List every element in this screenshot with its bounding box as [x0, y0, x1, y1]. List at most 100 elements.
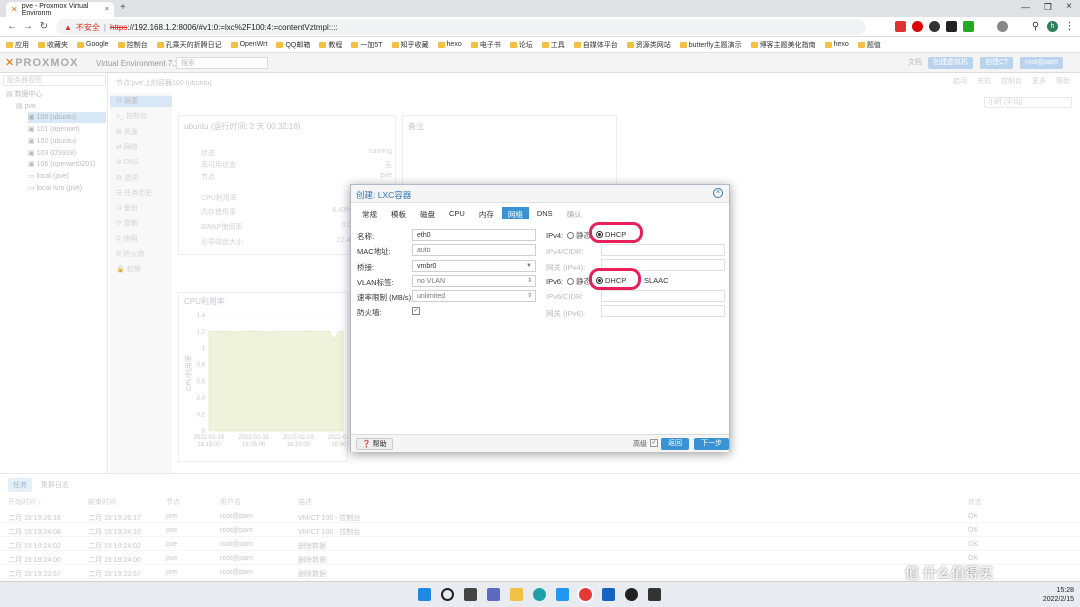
bookmark-label: 论坛	[518, 41, 533, 49]
extension-icon[interactable]	[912, 21, 923, 32]
user-menu-button[interactable]: root@pam	[1020, 57, 1063, 69]
bookmark-label: QQ邮箱	[285, 41, 311, 49]
advanced-checkbox[interactable]: ✓	[650, 439, 658, 447]
name-input[interactable]: eth0	[412, 229, 536, 241]
search-input[interactable]: 搜索	[176, 57, 268, 69]
bookmark-item[interactable]: 论坛	[509, 40, 533, 50]
ipv4-dhcp-radio[interactable]: DHCP	[596, 230, 626, 239]
widgets-icon[interactable]	[487, 588, 500, 601]
store-icon[interactable]	[556, 588, 569, 601]
extension-icon[interactable]	[997, 21, 1008, 32]
new-tab-icon[interactable]: +	[120, 2, 126, 13]
radio-selected-icon	[596, 277, 603, 285]
tab-confirm: 确认	[566, 210, 582, 219]
app-icon[interactable]	[625, 588, 638, 601]
maximize-icon[interactable]: ❐	[1044, 2, 1052, 13]
bookmark-label: hexo	[446, 41, 462, 48]
folder-icon	[509, 41, 517, 48]
bookmark-item[interactable]: 一加5T	[351, 40, 383, 50]
bookmark-item[interactable]: 教程	[319, 40, 342, 50]
close-icon[interactable]: ×	[713, 188, 723, 198]
proxmox-logo: ✕PROXMOX	[5, 57, 79, 69]
start-icon[interactable]	[418, 588, 431, 601]
browser-tab[interactable]: ✕ pve - Proxmox Virtual Environm ×	[6, 2, 114, 17]
vlan-input[interactable]: no VLAN ⇕	[412, 275, 536, 287]
tab-template[interactable]: 模板	[385, 207, 412, 219]
ipv6-dhcp-radio[interactable]: DHCP	[596, 276, 626, 285]
bookmark-item[interactable]: Google	[77, 41, 109, 48]
next-button[interactable]: 下一步	[694, 438, 729, 450]
bookmark-label: 电子书	[479, 41, 501, 49]
terminal-icon[interactable]	[648, 588, 661, 601]
minimize-icon[interactable]: —	[1021, 2, 1030, 12]
profile-avatar[interactable]: h	[1047, 21, 1058, 32]
tab-close-icon[interactable]: ×	[105, 6, 109, 13]
rate-limit-input[interactable]: unlimited ⇕	[412, 290, 536, 302]
bookmark-item[interactable]: 收藏夹	[38, 40, 68, 50]
url-path: ://192.168.1.2:8006/#v1:0:=lxc%2F100:4:=…	[127, 22, 338, 32]
bookmark-item[interactable]: hexo	[824, 41, 849, 48]
firewall-checkbox[interactable]: ✓	[412, 307, 420, 315]
bridge-label: 桥接:	[357, 263, 375, 272]
bookmark-item[interactable]: 知乎收藏	[391, 40, 429, 50]
system-clock[interactable]: 15:28 2022/2/15	[1043, 586, 1074, 604]
bookmark-item[interactable]: 资源类网站	[626, 40, 671, 50]
app-icon[interactable]	[602, 588, 615, 601]
docs-button[interactable]: 文档	[903, 57, 927, 69]
ipv6-static-radio[interactable]: 静态	[567, 276, 591, 287]
create-vm-button[interactable]: 创建虚拟机	[928, 57, 973, 69]
folder-icon	[573, 41, 581, 48]
search-icon[interactable]	[441, 588, 454, 601]
folder-icon	[824, 41, 832, 48]
bookmark-label: butterfly主题演示	[688, 41, 742, 49]
window-close-icon[interactable]: ×	[1066, 1, 1072, 12]
file-explorer-icon[interactable]	[510, 588, 523, 601]
bookmark-item[interactable]: 题值	[857, 40, 881, 50]
edge-icon[interactable]	[533, 588, 546, 601]
tab-general[interactable]: 常规	[356, 207, 383, 219]
bookmark-item[interactable]: 自媒体平台	[573, 40, 618, 50]
bookmark-item[interactable]: butterfly主题演示	[679, 40, 742, 50]
tab-cpu[interactable]: CPU	[443, 207, 471, 219]
bookmark-item[interactable]: 电子书	[470, 40, 501, 50]
mac-input[interactable]: auto	[412, 244, 536, 256]
tab-network[interactable]: 网络	[501, 207, 529, 219]
bookmark-item[interactable]: 博客主题美化指南	[750, 40, 816, 50]
tab-memory[interactable]: 内存	[473, 207, 500, 219]
puzzle-icon[interactable]: ⚲	[1030, 21, 1041, 32]
tab-disk[interactable]: 磁盘	[414, 207, 441, 219]
spinner-icon[interactable]: ⇕	[527, 291, 532, 302]
help-button[interactable]: ❓ 帮助	[356, 438, 393, 450]
extension-icon[interactable]	[895, 21, 906, 32]
bookmark-item[interactable]: 控制台	[117, 40, 148, 50]
forward-icon[interactable]: →	[21, 20, 35, 34]
bookmark-item[interactable]: OpenWrt	[230, 41, 268, 48]
bridge-select[interactable]: vmbr0 ▼	[412, 260, 536, 272]
ipv4-gateway-label: 网关 (IPv4):	[546, 263, 586, 272]
reload-icon[interactable]: ↻	[37, 20, 51, 34]
extension-icon[interactable]	[963, 21, 974, 32]
browser-tab-bar: ✕ pve - Proxmox Virtual Environm × + — ❐…	[0, 0, 1080, 17]
task-view-icon[interactable]	[464, 588, 477, 601]
bookmark-item[interactable]: 工具	[541, 40, 565, 50]
back-button[interactable]: 返回	[661, 438, 689, 450]
ipv4-static-radio[interactable]: 静态	[567, 230, 591, 241]
ipv6-slaac-radio[interactable]: SLAAC	[642, 276, 669, 285]
bookmark-label: 题值	[866, 41, 881, 49]
tab-dns[interactable]: DNS	[531, 207, 559, 219]
menu-icon[interactable]: ⋮	[1064, 21, 1075, 32]
bookmark-item[interactable]: hexo	[437, 41, 462, 48]
create-ct-button[interactable]: 创建CT	[980, 57, 1014, 69]
extension-icon[interactable]	[946, 21, 957, 32]
back-icon[interactable]: ←	[5, 20, 19, 34]
chrome-icon[interactable]	[579, 588, 592, 601]
url-input[interactable]: ▲ 不安全 | https://192.168.1.2:8006/#v1:0:=…	[56, 19, 866, 35]
bookmark-item[interactable]: 应用	[6, 40, 29, 50]
bookmark-label: 工具	[550, 41, 565, 49]
bridge-value: vmbr0	[417, 263, 437, 270]
bookmark-item[interactable]: 孔乘天的折腾日记	[156, 40, 222, 50]
extension-icon[interactable]	[929, 21, 940, 32]
bookmark-label: OpenWrt	[239, 41, 268, 48]
bookmark-item[interactable]: QQ邮箱	[276, 40, 310, 50]
spinner-icon[interactable]: ⇕	[527, 276, 532, 287]
